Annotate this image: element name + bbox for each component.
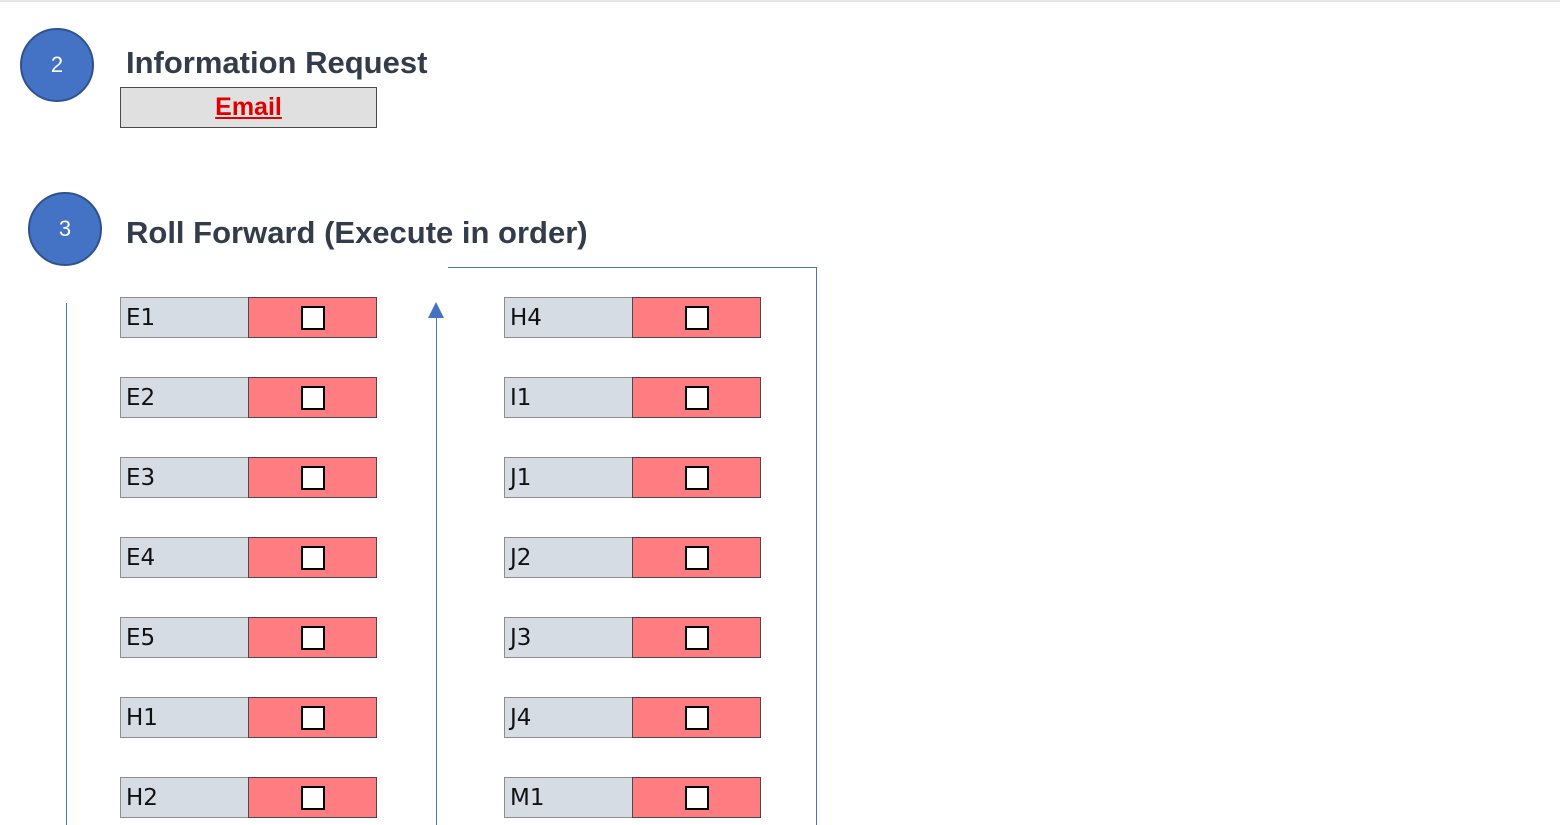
task-row-e1: E1 — [120, 297, 377, 338]
task-row-h4: H4 — [504, 297, 761, 338]
task-checkbox[interactable] — [684, 545, 709, 570]
task-label: J4 — [504, 697, 632, 738]
task-checkbox[interactable] — [684, 305, 709, 330]
flow-line-top — [448, 267, 817, 268]
task-row-j2: J2 — [504, 537, 761, 578]
task-status-cell — [632, 697, 761, 738]
task-row-h1: H1 — [120, 697, 377, 738]
task-row-i1: I1 — [504, 377, 761, 418]
worksheet: 2 Information Request Email 3 Roll Forwa… — [0, 0, 1560, 825]
email-button[interactable]: Email — [120, 87, 377, 128]
task-label: J3 — [504, 617, 632, 658]
task-status-cell — [248, 537, 377, 578]
flow-line-left — [66, 303, 67, 825]
task-label: M1 — [504, 777, 632, 818]
task-label: J2 — [504, 537, 632, 578]
task-status-cell — [248, 697, 377, 738]
task-status-cell — [632, 457, 761, 498]
flow-line-middle — [436, 314, 437, 825]
step-3-badge: 3 — [28, 192, 102, 266]
task-checkbox[interactable] — [300, 625, 325, 650]
task-checkbox[interactable] — [684, 785, 709, 810]
task-row-h2: H2 — [120, 777, 377, 818]
task-row-e5: E5 — [120, 617, 377, 658]
task-checkbox[interactable] — [300, 305, 325, 330]
task-label: H2 — [120, 777, 248, 818]
task-label: H1 — [120, 697, 248, 738]
step-3-number: 3 — [58, 216, 72, 241]
task-checkbox[interactable] — [300, 785, 325, 810]
task-status-cell — [632, 297, 761, 338]
task-checkbox[interactable] — [684, 465, 709, 490]
task-checkbox[interactable] — [300, 705, 325, 730]
task-label: I1 — [504, 377, 632, 418]
task-row-m1: M1 — [504, 777, 761, 818]
task-status-cell — [632, 377, 761, 418]
task-status-cell — [248, 297, 377, 338]
task-checkbox[interactable] — [684, 705, 709, 730]
task-status-cell — [248, 457, 377, 498]
task-status-cell — [632, 777, 761, 818]
task-checkbox[interactable] — [684, 385, 709, 410]
task-checkbox[interactable] — [684, 625, 709, 650]
task-label: E3 — [120, 457, 248, 498]
roll-forward-title: Roll Forward (Execute in order) — [126, 215, 588, 250]
flow-line-right — [816, 267, 817, 825]
task-checkbox[interactable] — [300, 385, 325, 410]
task-row-j4: J4 — [504, 697, 761, 738]
task-label: J1 — [504, 457, 632, 498]
task-status-cell — [632, 537, 761, 578]
task-status-cell — [248, 777, 377, 818]
task-label: E1 — [120, 297, 248, 338]
step-2-number: 2 — [50, 52, 64, 77]
email-link[interactable]: Email — [215, 93, 282, 122]
flow-arrow-up-icon — [428, 302, 444, 318]
task-checkbox[interactable] — [300, 545, 325, 570]
task-row-e4: E4 — [120, 537, 377, 578]
step-2-badge: 2 — [20, 28, 94, 102]
task-row-j3: J3 — [504, 617, 761, 658]
task-label: E4 — [120, 537, 248, 578]
task-checkbox[interactable] — [300, 465, 325, 490]
task-row-e3: E3 — [120, 457, 377, 498]
top-divider — [0, 0, 1560, 2]
information-request-title: Information Request — [126, 45, 428, 80]
task-status-cell — [632, 617, 761, 658]
task-row-e2: E2 — [120, 377, 377, 418]
task-label: E5 — [120, 617, 248, 658]
task-label: H4 — [504, 297, 632, 338]
task-status-cell — [248, 377, 377, 418]
task-row-j1: J1 — [504, 457, 761, 498]
task-status-cell — [248, 617, 377, 658]
task-label: E2 — [120, 377, 248, 418]
